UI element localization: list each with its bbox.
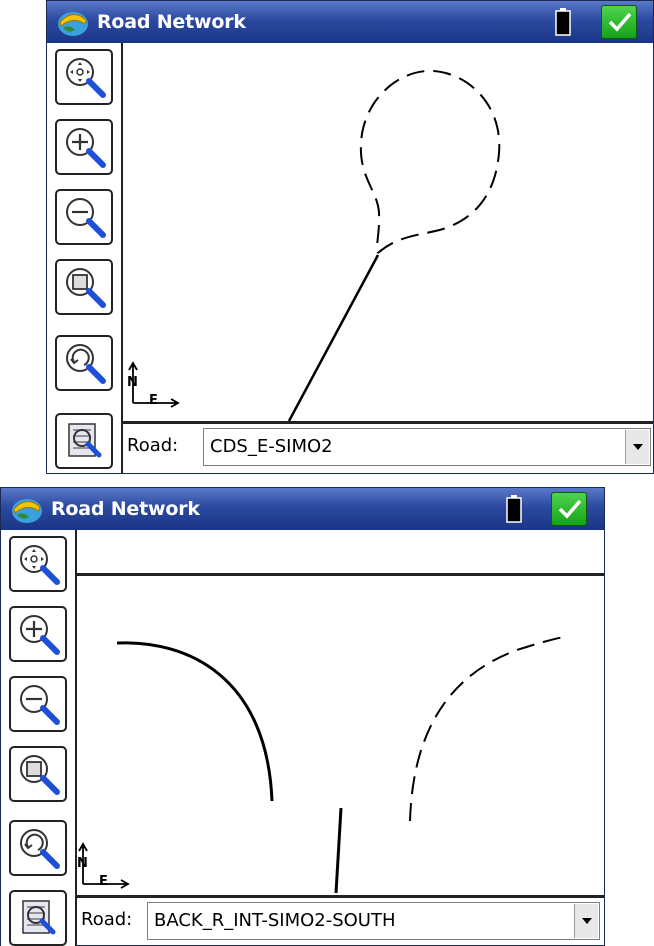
road-dropdown-value: CDS_E-SIMO2 <box>210 436 333 457</box>
road-selector-bar: Road: CDS_E-SIMO2 <box>123 421 653 469</box>
app-logo-icon <box>12 499 42 523</box>
zoom-previous-icon <box>66 344 106 384</box>
zoom-in-button[interactable] <box>55 119 113 175</box>
window-title: Road Network <box>97 11 246 33</box>
zoom-settings-icon <box>68 423 102 458</box>
map-toolbar <box>1 530 77 946</box>
road-label: Road: <box>81 909 133 930</box>
zoom-out-button[interactable] <box>9 676 67 732</box>
zoom-previous-icon <box>20 829 60 869</box>
zoom-window-icon <box>66 268 106 308</box>
battery-icon <box>506 495 522 523</box>
zoom-in-icon <box>20 615 60 655</box>
window-title: Road Network <box>51 498 200 520</box>
compass-north-label: N <box>127 375 138 390</box>
dropdown-arrow-button[interactable] <box>574 904 598 938</box>
zoom-extents-button[interactable] <box>9 536 67 592</box>
checkmark-icon <box>558 499 582 519</box>
map-settings-button[interactable] <box>55 413 113 469</box>
zoom-window-button[interactable] <box>55 259 113 315</box>
road-line-dashed <box>409 635 570 822</box>
zoom-out-icon <box>20 685 60 725</box>
compass-east-label: E <box>149 393 158 408</box>
map-toolbar <box>47 43 123 473</box>
north-arrow: N E <box>75 838 135 894</box>
app-logo-icon <box>58 12 88 36</box>
road-selector-bar: Road: BACK_R_INT-SIMO2-SOUTH <box>77 895 604 943</box>
road-dropdown-value: BACK_R_INT-SIMO2-SOUTH <box>154 910 396 931</box>
battery-icon <box>555 8 571 36</box>
zoom-out-icon <box>66 198 106 238</box>
ok-button[interactable] <box>551 492 587 526</box>
road-line-solid <box>116 641 274 802</box>
road-line-dashed <box>359 69 501 254</box>
road-network-window-2: Road Network N E Road: BACK_R_INT-SIMO2-… <box>0 487 605 946</box>
header-panel <box>77 530 604 576</box>
zoom-out-button[interactable] <box>55 189 113 245</box>
zoom-settings-icon <box>22 900 56 935</box>
compass-north-label: N <box>77 856 88 871</box>
road-geometry <box>287 69 501 422</box>
chevron-down-icon <box>633 444 643 450</box>
zoom-previous-button[interactable] <box>9 820 67 876</box>
zoom-window-button[interactable] <box>9 746 67 802</box>
road-label: Road: <box>127 435 179 456</box>
chevron-down-icon <box>582 918 592 924</box>
map-canvas[interactable]: N E <box>123 43 653 423</box>
map-canvas[interactable]: N E <box>77 576 604 895</box>
north-arrow: N E <box>125 357 185 413</box>
checkmark-icon <box>608 12 632 32</box>
compass-east-label: E <box>99 874 108 889</box>
title-bar: Road Network <box>1 488 604 530</box>
zoom-extents-icon <box>66 58 106 98</box>
road-line-solid <box>334 807 343 894</box>
road-line-solid <box>287 254 380 422</box>
zoom-extents-button[interactable] <box>55 49 113 105</box>
road-geometry <box>116 635 570 894</box>
zoom-window-icon <box>20 755 60 795</box>
title-bar: Road Network <box>47 1 653 43</box>
dropdown-arrow-button[interactable] <box>625 430 649 464</box>
road-network-window-1: Road Network N E Road: CDS_E-SIMO2 <box>46 0 654 474</box>
ok-button[interactable] <box>601 5 637 39</box>
zoom-in-button[interactable] <box>9 606 67 662</box>
road-dropdown[interactable]: CDS_E-SIMO2 <box>203 428 651 466</box>
zoom-in-icon <box>66 128 106 168</box>
zoom-extents-icon <box>20 545 60 585</box>
map-settings-button[interactable] <box>9 890 67 946</box>
road-dropdown[interactable]: BACK_R_INT-SIMO2-SOUTH <box>147 902 600 940</box>
zoom-previous-button[interactable] <box>55 335 113 391</box>
